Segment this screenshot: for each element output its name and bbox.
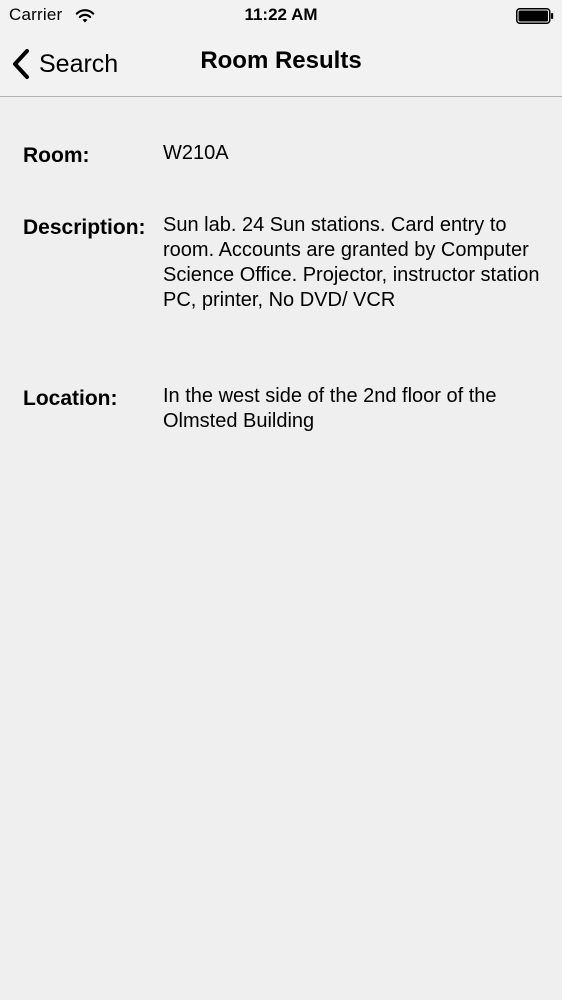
location-row: Location: In the west side of the 2nd fl… (23, 384, 543, 434)
navigation-bar: Search Room Results (0, 32, 562, 97)
room-row: Room: W210A (23, 141, 543, 168)
description-value: Sun lab. 24 Sun stations. Card entry to … (163, 214, 540, 311)
description-label: Description: (23, 216, 146, 239)
room-label: Room: (23, 144, 90, 167)
status-bar: Carrier 11:22 AM (0, 0, 562, 32)
room-value: W210A (163, 142, 229, 164)
description-row: Description: Sun lab. 24 Sun stations. C… (23, 213, 543, 313)
battery-icon (516, 8, 554, 24)
location-value: In the west side of the 2nd floor of the… (163, 385, 497, 432)
location-label: Location: (23, 387, 118, 410)
clock: 11:22 AM (244, 5, 318, 24)
page-title: Room Results (200, 47, 362, 74)
